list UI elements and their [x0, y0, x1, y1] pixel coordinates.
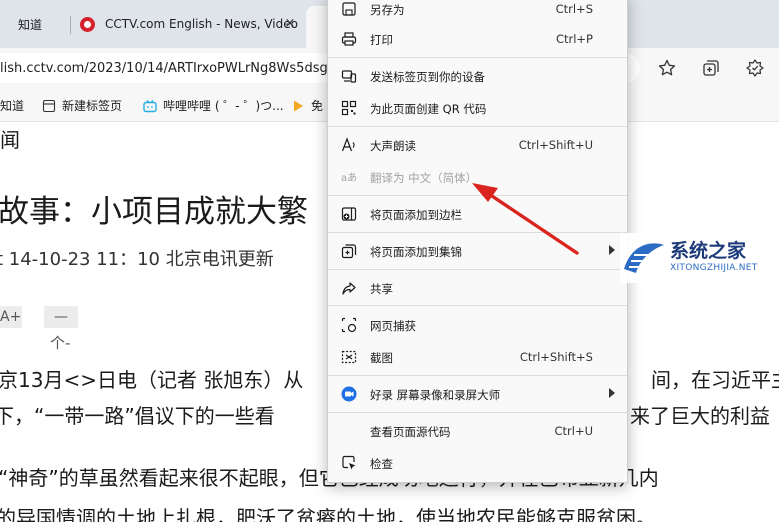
favorite-item-bilibili[interactable]: 哔哩哔哩 ( ゜- ゜)つ... — [143, 97, 284, 114]
favorite-item-zhidao[interactable]: 知道 — [0, 97, 24, 114]
tab-close-icon[interactable]: × — [282, 16, 298, 32]
article-paragraph-4: 的异国情调的土地上扎根，肥沃了贫瘠的土地，使当地农民能够克服贫困。 — [0, 506, 656, 522]
menu-item-send-tab[interactable]: 发送标签页到你的设备 — [328, 61, 627, 91]
chevron-right-icon — [609, 245, 615, 255]
font-size-caption: 个- — [50, 334, 71, 352]
menu-item-shortcut: Ctrl+Shift+S — [519, 350, 593, 364]
menu-item-add-to-collections[interactable]: 将页面添加到集锦 — [328, 236, 627, 266]
qr-code-icon — [341, 100, 357, 116]
font-size-decrease-button[interactable]: — — [44, 306, 78, 328]
menu-item-label: 另存为 — [370, 3, 405, 17]
menu-item-label: 共享 — [370, 282, 393, 296]
menu-item-read-aloud[interactable]: 大声朗读 Ctrl+Shift+U — [328, 130, 627, 160]
recorder-extension-icon — [341, 386, 357, 402]
translate-icon: aあ — [341, 172, 357, 184]
menu-item-screenshot[interactable]: 截图 Ctrl+Shift+S — [328, 342, 627, 372]
collections-icon — [341, 244, 357, 259]
favorite-item-new-tab[interactable]: 新建标签页 — [42, 97, 122, 114]
menu-separator — [328, 126, 627, 127]
menu-item-recorder-extension[interactable]: 好录 屏幕录像和录屏大师 — [328, 379, 627, 409]
menu-item-label: 好录 屏幕录像和录屏大师 — [370, 388, 501, 402]
article-paragraph-2: 下，“一带一路”倡议下的一些看 — [0, 404, 275, 428]
article-paragraph-1-tail: 间，在习近平主 — [651, 368, 779, 392]
menu-item-shortcut: Ctrl+Shift+U — [518, 138, 593, 152]
screenshot-icon — [341, 350, 357, 364]
watermark-en: XITONGZHIJIA.NET — [670, 263, 758, 273]
article-title-tail: 繁 — [277, 194, 308, 230]
favorite-star-icon[interactable] — [657, 58, 677, 78]
menu-separator — [328, 195, 627, 196]
collections-icon[interactable] — [701, 58, 721, 78]
watermark-logo: 系统之家 XITONGZHIJIA.NET — [620, 233, 779, 283]
menu-item-shortcut: Ctrl+P — [555, 32, 593, 46]
save-as-icon — [342, 2, 356, 16]
menu-item-qr-code[interactable]: 为此页面创建 QR 代码 — [328, 93, 627, 123]
menu-item-add-to-sidebar[interactable]: 将页面添加到边栏 — [328, 199, 627, 229]
menu-item-inspect[interactable]: 检查 — [328, 448, 627, 478]
article-paragraph-1: 京13月<>日电（记者 张旭东）从 — [0, 368, 304, 392]
watermark-emblem-icon — [624, 243, 664, 273]
menu-separator — [328, 305, 627, 306]
bilibili-icon — [143, 99, 157, 112]
menu-item-shortcut: Ctrl+U — [554, 424, 593, 438]
tab-previous[interactable]: 知道 — [0, 7, 70, 41]
watermark-cn: 系统之家 — [670, 240, 747, 262]
share-icon — [342, 282, 356, 295]
add-to-sidebar-icon — [341, 207, 357, 221]
menu-item-label: 将页面添加到集锦 — [370, 245, 462, 259]
menu-separator — [328, 375, 627, 376]
tab-previous-label: 知道 — [18, 17, 43, 32]
tab-cctv[interactable]: CCTV.com English - News, Video × — [70, 7, 306, 41]
favorite-item-label: 哔哩哔哩 ( ゜- ゜)つ... — [163, 99, 284, 113]
cctv-favicon-icon — [80, 16, 95, 32]
menu-item-label: 查看页面源代码 — [370, 425, 451, 439]
favorite-item-label: 免 — [311, 99, 324, 113]
menu-item-shortcut: Ctrl+S — [555, 2, 593, 16]
article-title: 故事：小项目成就大繁 — [0, 186, 308, 231]
page-icon — [42, 99, 56, 112]
read-aloud-icon — [341, 137, 355, 152]
menu-item-label: 截图 — [370, 351, 393, 365]
send-tab-icon — [341, 70, 357, 83]
favorite-item-label: 知道 — [0, 99, 25, 113]
menu-item-print[interactable]: 打印 Ctrl+P — [328, 24, 627, 54]
menu-separator — [328, 232, 627, 233]
menu-item-translate[interactable]: aあ 翻译为 中文（简体） — [328, 162, 627, 192]
article-paragraph-2-tail: 来了巨大的利益 — [630, 404, 770, 428]
inspect-icon — [342, 455, 356, 470]
play-icon — [294, 100, 303, 111]
article-title-text: 故事：小项目成就大 — [0, 194, 277, 230]
menu-item-label: 大声朗读 — [370, 139, 416, 153]
favorite-item-label: 新建标签页 — [62, 99, 123, 113]
menu-item-share[interactable]: 共享 — [328, 273, 627, 303]
menu-item-label: 打印 — [370, 33, 393, 47]
menu-separator — [328, 412, 627, 413]
address-bar-url: lish.cctv.com/2023/10/14/ARTIrxoPWLrNg8W… — [0, 61, 344, 76]
favorite-item-more[interactable]: 免 — [291, 97, 323, 114]
menu-separator — [328, 57, 627, 58]
menu-item-label: 翻译为 中文（简体） — [370, 171, 478, 185]
menu-item-label: 为此页面创建 QR 代码 — [370, 102, 487, 116]
article-breadcrumb[interactable]: 闻 — [0, 124, 20, 153]
menu-item-web-capture[interactable]: 网页捕获 — [328, 310, 627, 340]
svg-text:aあ: aあ — [341, 172, 357, 184]
menu-item-label: 将页面添加到边栏 — [370, 208, 462, 222]
browser-essentials-icon[interactable] — [745, 58, 765, 78]
article-meta: t 14-10-23 11：10 北京电讯更新 — [0, 249, 274, 270]
font-size-increase-button[interactable]: A+ — [0, 306, 22, 328]
print-icon — [341, 32, 357, 46]
web-capture-icon — [341, 317, 357, 333]
menu-item-label: 网页捕获 — [370, 319, 416, 333]
menu-item-view-source[interactable]: 查看页面源代码 Ctrl+U — [328, 416, 627, 446]
context-menu: 另存为 Ctrl+S 打印 Ctrl+P 发送标签页到你的设备 为此页面创建 Q… — [327, 0, 628, 483]
menu-separator — [328, 269, 627, 270]
chevron-right-icon — [609, 388, 615, 398]
menu-item-label: 发送标签页到你的设备 — [370, 70, 485, 84]
menu-item-save-as[interactable]: 另存为 Ctrl+S — [328, 0, 627, 24]
tab-cctv-label: CCTV.com English - News, Video — [105, 17, 298, 31]
menu-item-label: 检查 — [370, 457, 393, 471]
